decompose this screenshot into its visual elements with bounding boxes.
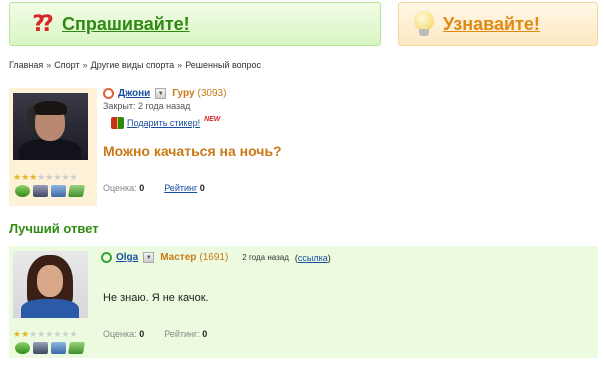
- avatar[interactable]: [13, 251, 88, 318]
- learn-button[interactable]: Узнавайте!: [398, 2, 598, 46]
- question-title: Можно качаться на ночь?: [103, 143, 282, 159]
- answer-author-rank: Мастер: [160, 252, 197, 263]
- ask-label[interactable]: Спрашивайте!: [62, 14, 190, 35]
- answer-author-line: Olga ▼ Мастер (1691) 2 года назад (ссылк…: [101, 252, 331, 263]
- avatar[interactable]: [13, 93, 88, 160]
- question-rank-value: 0: [199, 183, 205, 193]
- learn-label[interactable]: Узнавайте!: [443, 14, 540, 35]
- breadcrumb-sport[interactable]: Спорт: [54, 60, 79, 70]
- answer-author-name[interactable]: Olga: [116, 252, 138, 263]
- answer-rating-label: Оценка:: [103, 329, 137, 339]
- author-tools: [15, 185, 86, 197]
- friends-icon[interactable]: [15, 342, 30, 354]
- answer-link[interactable]: ссылка: [298, 253, 328, 263]
- author-stars: ★★★★★★★★: [13, 173, 78, 183]
- answer-rank-value: 0: [202, 329, 208, 339]
- answer-author-panel: ★★★★★★★★: [9, 246, 97, 358]
- lightbulb-icon: [413, 11, 435, 37]
- new-badge: NEW: [204, 115, 221, 123]
- friends-icon[interactable]: [15, 185, 30, 197]
- answer-text: Не знаю. Я не качок.: [103, 292, 209, 304]
- author-tools: [15, 342, 86, 354]
- question-author-name[interactable]: Джони: [118, 88, 150, 99]
- question-rating-label: Оценка:: [103, 183, 137, 193]
- answer-rank-label: Рейтинг:: [164, 329, 200, 339]
- answer-rating-value: 0: [139, 329, 145, 339]
- video-icon[interactable]: [51, 342, 66, 354]
- answer-author-score: (1691): [199, 252, 229, 263]
- question-meta: Оценка: 0 Рейтинг 0: [103, 183, 205, 193]
- breadcrumb-current: Решенный вопрос: [185, 60, 262, 70]
- author-stars: ★★★★★★★★: [13, 330, 78, 340]
- question-rank-link[interactable]: Рейтинг: [164, 183, 197, 193]
- best-answer-title: Лучший ответ: [9, 221, 99, 236]
- photo-icon[interactable]: [33, 185, 48, 197]
- question-author-panel: ★★★★★★★★: [9, 88, 97, 206]
- question-rating-value: 0: [139, 183, 145, 193]
- answer-time: 2 года назад: [242, 253, 289, 262]
- question-author-score: (3093): [197, 88, 227, 99]
- chevron-down-icon[interactable]: ▼: [143, 252, 155, 263]
- chevron-down-icon[interactable]: ▼: [155, 88, 167, 99]
- answer-meta: Оценка: 0 Рейтинг: 0: [103, 329, 207, 339]
- blog-icon[interactable]: [67, 342, 86, 354]
- breadcrumb-home[interactable]: Главная: [9, 60, 43, 70]
- breadcrumb: Главная» Спорт» Другие виды спорта» Решенны…: [9, 60, 262, 70]
- gift-icon: [111, 117, 124, 129]
- blog-icon[interactable]: [67, 185, 86, 197]
- gift-sticker-link[interactable]: Подарить стикер!: [127, 118, 200, 128]
- mail-at-icon: [101, 252, 112, 263]
- question-marks-icon: ??: [32, 11, 54, 37]
- gift-sticker: Подарить стикер! NEW: [111, 115, 221, 129]
- photo-icon[interactable]: [33, 342, 48, 354]
- question-author-line: Джони ▼ Гуру (3093): [103, 88, 226, 99]
- breadcrumb-other-sports[interactable]: Другие виды спорта: [91, 60, 175, 70]
- mail-at-icon: [103, 88, 114, 99]
- closed-status: Закрыт: 2 года назад: [103, 101, 191, 111]
- ask-button[interactable]: ?? Спрашивайте!: [9, 2, 381, 46]
- video-icon[interactable]: [51, 185, 66, 197]
- question-author-rank: Гуру: [172, 88, 195, 99]
